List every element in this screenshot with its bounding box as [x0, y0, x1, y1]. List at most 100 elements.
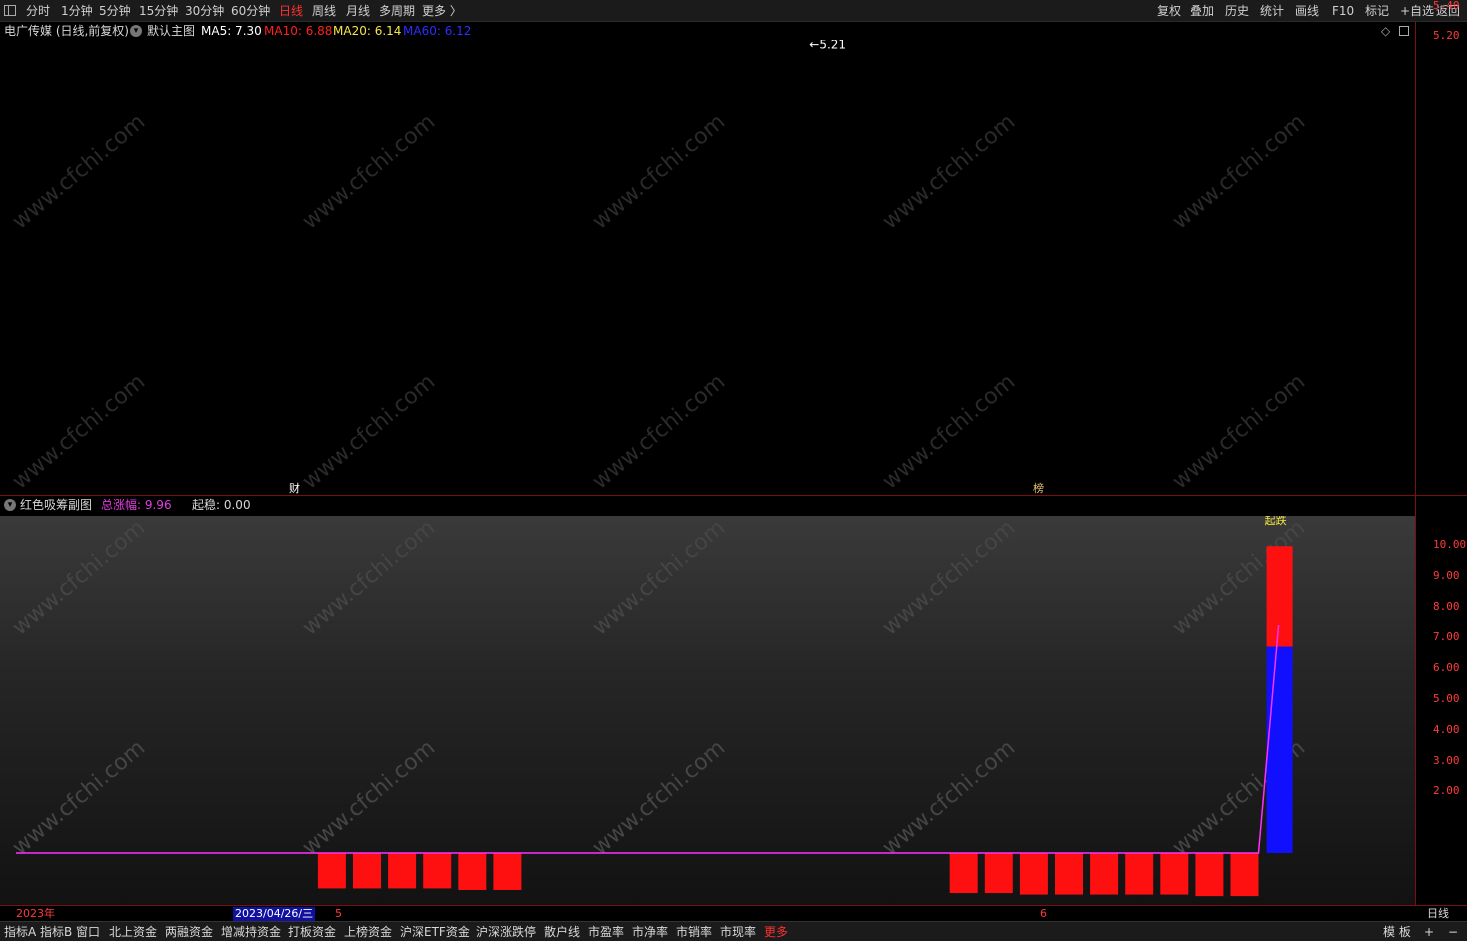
- toolbar-action-0[interactable]: 复权: [1157, 3, 1181, 19]
- watermark-text: www.cfchi.com: [298, 109, 440, 234]
- period-tab-9[interactable]: 多周期: [379, 3, 415, 19]
- price-tick-label: 5.20: [1433, 29, 1460, 42]
- indicator-bar[interactable]: [353, 853, 381, 889]
- indicator-bar[interactable]: [458, 853, 487, 890]
- indicator-tab-6[interactable]: 打板资金: [288, 924, 336, 940]
- main-chart-header: 电广传媒 (日线,前复权) ▾ 默认主图 MA5: 7.30 MA10: 6.8…: [0, 22, 1415, 40]
- indicator-bar[interactable]: [1195, 853, 1224, 897]
- indicator-tick-label: 7.00: [1433, 630, 1460, 644]
- price-chart[interactable]: www.cfchi.com www.cfchi.com www.cfchi.com w…: [0, 40, 1415, 495]
- indicator-bar[interactable]: [423, 853, 452, 889]
- low-price-marker: ←5.21: [809, 40, 846, 52]
- watermark-text: www.cfchi.com: [1168, 369, 1310, 494]
- watermark-text: www.cfchi.com: [588, 516, 730, 641]
- ma60-label: MA60: 6.12: [403, 24, 472, 38]
- indicator-tick-label: 3.00: [1433, 753, 1460, 767]
- indicator-tab-0[interactable]: 指标A: [4, 924, 36, 940]
- indicator-bar[interactable]: [1160, 853, 1189, 895]
- indicator-top-label: 起跌: [1265, 516, 1287, 527]
- period-tab-4[interactable]: 30分钟: [185, 3, 224, 19]
- indicator-tab-2[interactable]: 窗口: [76, 924, 100, 940]
- watermark-text: www.cfchi.com: [8, 516, 150, 641]
- axis-divider: [1415, 22, 1416, 905]
- watermark: www.cfchi.com www.cfchi.com www.cfchi.com w…: [8, 109, 1310, 494]
- indicator-tab-13[interactable]: 市销率: [676, 924, 712, 940]
- sub-chart-header: ▾ 红色吸筹副图 总涨幅: 9.96 起稳: 0.00: [0, 496, 1415, 514]
- top-toolbar: 分时 1分钟 5分钟 15分钟 30分钟 60分钟 日线 周线 月线 多周期 更多 〉 复权 叠加 历史…: [0, 0, 1467, 22]
- period-tab-8[interactable]: 月线: [346, 3, 370, 19]
- period-tab-0[interactable]: 分时: [26, 3, 50, 19]
- indicator-bar-blue[interactable]: [1266, 646, 1293, 853]
- indicator-tick-label: 4.00: [1433, 722, 1460, 736]
- watermark-text: www.cfchi.com: [878, 109, 1020, 234]
- indicator-chart[interactable]: www.cfchi.com www.cfchi.com www.cfchi.com w…: [0, 516, 1415, 905]
- period-tab-1[interactable]: 1分钟: [61, 3, 93, 19]
- stable-label: 起稳: 0.00: [192, 498, 251, 512]
- indicator-dropdown-icon[interactable]: ▾: [4, 499, 16, 511]
- watermark-text: www.cfchi.com: [588, 369, 730, 494]
- indicator-title[interactable]: 红色吸筹副图: [20, 496, 92, 514]
- watermark-text: www.cfchi.com: [878, 369, 1020, 494]
- indicator-tab-12[interactable]: 市净率: [632, 924, 668, 940]
- remove-window-button[interactable]: −: [1448, 924, 1458, 940]
- indicator-bar[interactable]: [1125, 853, 1154, 895]
- period-tab-6[interactable]: 日线: [279, 3, 303, 19]
- indicator-tick-label: 8.00: [1433, 599, 1460, 613]
- indicator-tab-7[interactable]: 上榜资金: [344, 924, 392, 940]
- watermark-text: www.cfchi.com: [588, 109, 730, 234]
- period-tab-2[interactable]: 5分钟: [99, 3, 131, 19]
- rank-list-mark: 榜: [1033, 481, 1044, 495]
- indicator-tab-14[interactable]: 市现率: [720, 924, 756, 940]
- indicator-tab-5[interactable]: 增减持资金: [221, 924, 281, 940]
- watermark-text: www.cfchi.com: [8, 735, 150, 860]
- indicator-tab-1[interactable]: 指标B: [40, 924, 72, 940]
- watermark-text: www.cfchi.com: [588, 735, 730, 860]
- template-button[interactable]: 模 板: [1383, 924, 1411, 940]
- toolbar-action-1[interactable]: 叠加: [1190, 3, 1214, 19]
- indicator-bar[interactable]: [1090, 853, 1119, 895]
- toolbar-action-7[interactable]: +自选: [1400, 3, 1434, 19]
- panel-maximize-icon[interactable]: [1399, 26, 1409, 36]
- period-tab-7[interactable]: 周线: [312, 3, 336, 19]
- indicator-bar[interactable]: [493, 853, 522, 890]
- indicator-bar[interactable]: [317, 853, 346, 889]
- indicator-tab-15[interactable]: 更多: [764, 924, 788, 940]
- month-mark-6: 6: [1040, 907, 1047, 920]
- template-dropdown-icon[interactable]: ▾: [130, 25, 142, 37]
- indicator-bar[interactable]: [388, 853, 417, 889]
- indicator-tab-8[interactable]: 沪深ETF资金: [400, 924, 470, 940]
- indicator-tab-10[interactable]: 散户线: [544, 924, 580, 940]
- indicator-tab-3[interactable]: 北上资金: [109, 924, 157, 940]
- indicator-tab-4[interactable]: 两融资金: [165, 924, 213, 940]
- earnings-mark: 财: [289, 481, 300, 495]
- toolbar-action-3[interactable]: 统计: [1260, 3, 1284, 19]
- period-tab-10[interactable]: 更多 〉: [422, 3, 462, 19]
- indicator-bar-red[interactable]: [1266, 546, 1293, 647]
- indicator-tab-11[interactable]: 市盈率: [588, 924, 624, 940]
- indicator-bar[interactable]: [949, 853, 978, 894]
- period-tab-3[interactable]: 15分钟: [139, 3, 178, 19]
- indicator-bar[interactable]: [1230, 853, 1259, 897]
- diamond-icon[interactable]: ◇: [1381, 22, 1390, 40]
- ma5-label: MA5: 7.30: [201, 24, 262, 38]
- year-label: 2023年: [16, 907, 55, 920]
- period-label[interactable]: 日线: [1427, 907, 1449, 921]
- indicator-tab-9[interactable]: 沪深涨跌停: [476, 924, 536, 940]
- add-window-button[interactable]: +: [1424, 924, 1434, 940]
- month-mark-5: 5: [335, 907, 342, 920]
- toolbar-action-4[interactable]: 画线: [1295, 3, 1319, 19]
- cursor-date: 2023/04/26/三: [233, 907, 316, 921]
- indicator-bar[interactable]: [984, 853, 1013, 894]
- period-tab-5[interactable]: 60分钟: [231, 3, 270, 19]
- date-axis: 2023年 2023/04/26/三 5 6 日线: [0, 905, 1467, 921]
- stock-title[interactable]: 电广传媒 (日线,前复权): [4, 22, 129, 40]
- window-toggle-icon[interactable]: [4, 5, 16, 16]
- watermark: www.cfchi.com www.cfchi.com www.cfchi.com w…: [8, 516, 1310, 861]
- indicator-bar[interactable]: [1055, 853, 1083, 895]
- template-label[interactable]: 默认主图: [147, 22, 195, 40]
- indicator-tick-label: 9.00: [1433, 568, 1460, 582]
- toolbar-action-6[interactable]: 标记: [1365, 3, 1389, 19]
- toolbar-action-2[interactable]: 历史: [1225, 3, 1249, 19]
- indicator-bar[interactable]: [1019, 853, 1048, 895]
- toolbar-action-5[interactable]: F10: [1332, 3, 1354, 19]
